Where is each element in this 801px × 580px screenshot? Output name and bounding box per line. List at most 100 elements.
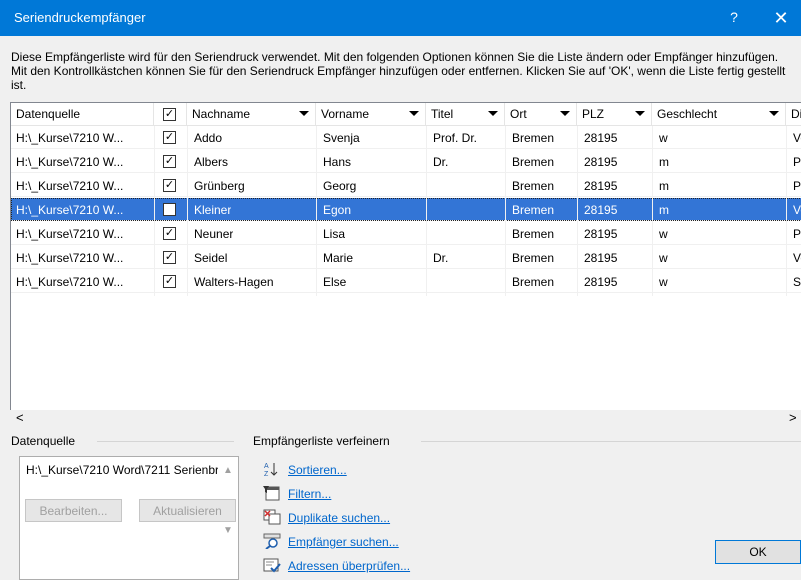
column-header-plz[interactable]: PLZ — [577, 103, 652, 126]
cell-vorname: Hans — [323, 155, 351, 169]
cell-datenquelle: H:\_Kurse\7210 W... — [16, 131, 123, 145]
help-button[interactable]: ? — [722, 9, 746, 25]
cell-extra: Pl — [793, 155, 801, 169]
refine-heading: Empfängerliste verfeinern — [253, 434, 390, 448]
dropdown-arrow-icon[interactable] — [560, 111, 570, 116]
column-header-label: Nachname — [192, 107, 250, 121]
cell-plz: 28195 — [584, 203, 617, 217]
cell-ort: Bremen — [512, 251, 554, 265]
table-row[interactable]: H:\_Kurse\7210 W... Kleiner Egon Bremen 2819… — [11, 198, 801, 221]
scroll-right-icon[interactable]: > — [789, 410, 797, 425]
column-header-vorname[interactable]: Vorname — [316, 103, 426, 126]
column-header-datenquelle[interactable]: Datenquelle — [11, 103, 154, 126]
ok-button[interactable]: OK — [715, 540, 801, 564]
cell-geschlecht: w — [659, 227, 668, 241]
cell-nachname: Grünberg — [194, 179, 245, 193]
find-recipient-link-label[interactable]: Empfänger suchen... — [288, 535, 399, 549]
column-header-label: Geschlecht — [657, 107, 717, 121]
cell-ort: Bremen — [512, 275, 554, 289]
datenquelle-heading: Datenquelle — [11, 434, 75, 448]
row-checkbox[interactable]: ✓ — [163, 227, 176, 240]
column-header-select-all[interactable]: ✓ — [154, 103, 187, 126]
column-header-titel[interactable]: Titel — [426, 103, 505, 126]
column-divider — [577, 126, 578, 296]
cell-nachname: Seidel — [194, 251, 227, 265]
filter-icon — [263, 485, 281, 501]
cell-extra: St — [793, 275, 801, 289]
table-row[interactable]: H:\_Kurse\7210 W... Neuner Lisa Bremen 28195… — [11, 222, 801, 245]
row-checkbox[interactable]: ✓ — [163, 155, 176, 168]
scroll-left-icon[interactable]: < — [16, 410, 24, 425]
cell-geschlecht: m — [659, 155, 669, 169]
dropdown-arrow-icon[interactable] — [299, 111, 309, 116]
cell-vorname: Georg — [323, 179, 356, 193]
dropdown-arrow-icon[interactable] — [769, 111, 779, 116]
select-all-checkbox[interactable]: ✓ — [163, 108, 176, 121]
filter-link-label[interactable]: Filtern... — [288, 487, 331, 501]
cell-ort: Bremen — [512, 131, 554, 145]
edit-button[interactable]: Bearbeiten... — [25, 499, 122, 522]
cell-datenquelle: H:\_Kurse\7210 W... — [16, 179, 123, 193]
sort-link-label[interactable]: Sortieren... — [288, 463, 347, 477]
row-checkbox[interactable]: ✓ — [163, 203, 176, 216]
column-divider — [786, 126, 787, 296]
row-checkbox[interactable]: ✓ — [163, 251, 176, 264]
table-row[interactable]: H:\_Kurse\7210 W... Seidel Marie Dr. Bremen 2… — [11, 246, 801, 269]
column-header-label: Ort — [510, 107, 527, 121]
window-title: Seriendruckempfänger — [14, 10, 146, 25]
cell-ort: Bremen — [512, 203, 554, 217]
cell-datenquelle: H:\_Kurse\7210 W... — [16, 155, 123, 169]
scroll-up-icon[interactable]: ▲ — [223, 465, 233, 476]
validate-addresses-icon — [263, 557, 281, 573]
cell-nachname: Kleiner — [194, 203, 231, 217]
duplicates-link-label[interactable]: Duplikate suchen... — [288, 511, 390, 525]
cell-extra: Pl — [793, 179, 801, 193]
row-checkbox[interactable]: ✓ — [163, 179, 176, 192]
column-divider — [187, 126, 188, 296]
dropdown-arrow-icon[interactable] — [409, 111, 419, 116]
cell-geschlecht: w — [659, 131, 668, 145]
validate-addresses-link-label[interactable]: Adressen überprüfen... — [288, 559, 410, 573]
table-row[interactable]: H:\_Kurse\7210 W... Albers Hans Dr. Bremen 28… — [11, 150, 801, 173]
datasource-item[interactable]: H:\_Kurse\7210 Word\7211 Serienbrief — [26, 463, 218, 477]
column-header-geschlecht[interactable]: Geschlecht — [652, 103, 786, 126]
close-button[interactable]: ✕ — [764, 5, 798, 31]
title-bar: Seriendruckempfänger ? ✕ — [0, 0, 801, 36]
scroll-down-icon[interactable]: ▼ — [223, 525, 233, 536]
cell-extra: Ve — [793, 131, 801, 145]
cell-extra: Ve — [793, 203, 801, 217]
column-header-nachname[interactable]: Nachname — [187, 103, 316, 126]
svg-text:Z: Z — [264, 471, 269, 477]
column-header-di[interactable]: Di — [786, 103, 801, 126]
cell-plz: 28195 — [584, 131, 617, 145]
column-divider — [505, 126, 506, 296]
cell-plz: 28195 — [584, 275, 617, 289]
row-checkbox[interactable]: ✓ — [163, 131, 176, 144]
column-divider — [316, 126, 317, 296]
cell-ort: Bremen — [512, 227, 554, 241]
cell-vorname: Svenja — [323, 131, 360, 145]
cell-datenquelle: H:\_Kurse\7210 W... — [16, 203, 123, 217]
dropdown-arrow-icon[interactable] — [635, 111, 645, 116]
find-recipient-icon — [263, 533, 281, 549]
cell-extra: Ve — [793, 251, 801, 265]
cell-titel: Dr. — [433, 155, 448, 169]
table-row[interactable]: H:\_Kurse\7210 W... Grünberg Georg Bremen 28… — [11, 174, 801, 197]
table-row[interactable]: H:\_Kurse\7210 W... Addo Svenja Prof. Dr. Br… — [11, 126, 801, 149]
horizontal-scrollbar[interactable]: < > — [10, 410, 801, 427]
cell-geschlecht: m — [659, 203, 669, 217]
column-header-label: Vorname — [321, 107, 369, 121]
cell-plz: 28195 — [584, 155, 617, 169]
cell-vorname: Else — [323, 275, 346, 289]
cell-plz: 28195 — [584, 251, 617, 265]
cell-titel: Dr. — [433, 251, 448, 265]
refresh-button[interactable]: Aktualisieren — [139, 499, 236, 522]
column-header-label: Di — [791, 107, 801, 121]
column-header-ort[interactable]: Ort — [505, 103, 577, 126]
row-checkbox[interactable]: ✓ — [163, 275, 176, 288]
table-row[interactable]: H:\_Kurse\7210 W... Walters-Hagen Else Brem… — [11, 270, 801, 293]
dropdown-arrow-icon[interactable] — [488, 111, 498, 116]
recipient-grid[interactable]: Datenquelle ✓ Nachname Vorname Titel Ort… — [10, 102, 801, 426]
divider — [421, 441, 801, 442]
cell-geschlecht: w — [659, 275, 668, 289]
